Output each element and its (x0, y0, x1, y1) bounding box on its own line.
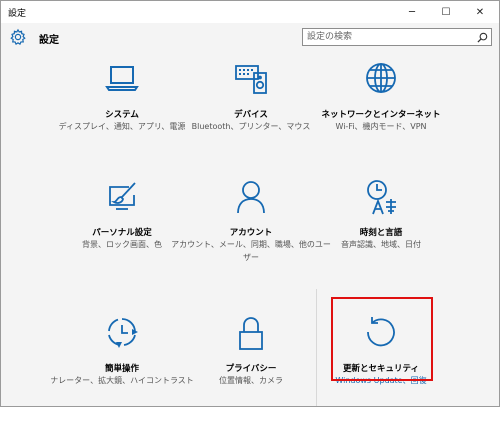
minimize-button[interactable]: ─ (395, 1, 429, 23)
lock-icon (239, 317, 263, 350)
ease-of-access-icon (108, 318, 138, 348)
page-title: 設定 (39, 35, 59, 46)
settings-window: 設定 ─ ☐ ✕ 設定 システム ディスプレイ、通知 (0, 0, 500, 407)
settings-header: 設定 (1, 23, 499, 51)
maximize-button[interactable]: ☐ (429, 1, 463, 23)
tile-time-language[interactable]: 時刻と言語 音声認識、地域、日付 (296, 177, 466, 289)
clock-language-icon (367, 180, 396, 215)
person-icon (237, 181, 265, 214)
gear-icon (10, 28, 26, 46)
globe-icon (366, 63, 396, 93)
search-input[interactable] (307, 30, 467, 44)
tile-network[interactable]: ネットワークとインターネット Wi-Fi、機内モード、VPN (296, 59, 466, 171)
tile-description: Wi-Fi、機内モード、VPN (335, 122, 427, 131)
tile-title: 時刻と言語 (359, 228, 403, 238)
search-icon[interactable] (477, 32, 488, 43)
tile-title: ネットワークとインターネット (321, 110, 441, 120)
title-bar: 設定 ─ ☐ ✕ (1, 1, 499, 23)
highlight-box (331, 297, 433, 381)
tile-description: 音声認識、地域、日付 (341, 240, 421, 249)
paintbrush-monitor-icon (109, 182, 136, 210)
close-button[interactable]: ✕ (463, 1, 497, 23)
window-title: 設定 (8, 9, 27, 19)
laptop-icon (105, 66, 139, 91)
keyboard-speaker-icon (235, 65, 267, 94)
search-box[interactable] (302, 28, 492, 46)
